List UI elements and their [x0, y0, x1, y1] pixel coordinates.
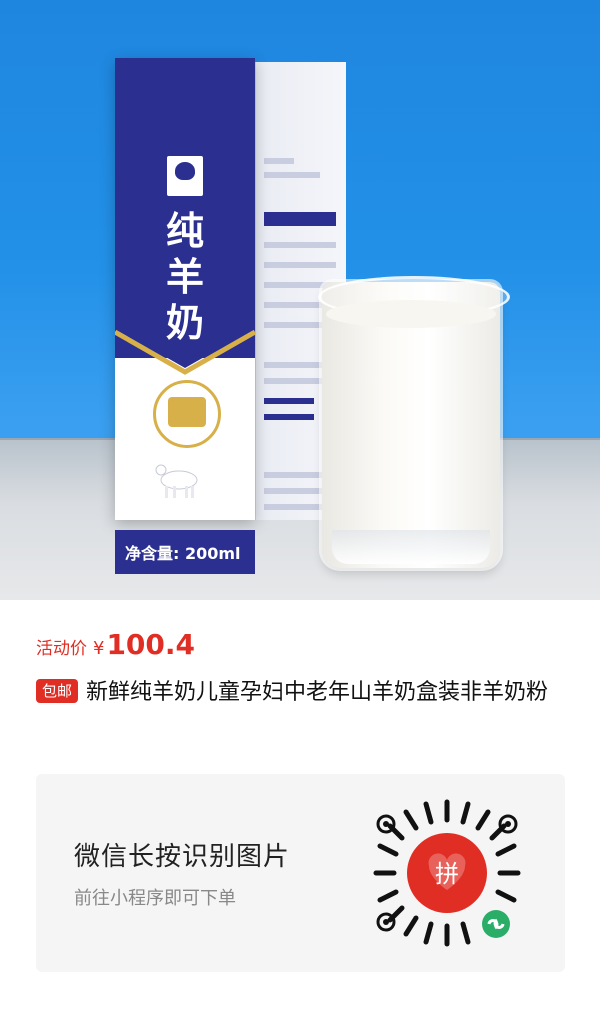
protein-badge — [153, 380, 221, 448]
price-currency: ¥ — [93, 638, 105, 659]
box-title: 纯羊奶 — [165, 209, 204, 345]
qr-card-subtitle: 前往小程序即可下单 — [74, 888, 236, 909]
mini-program-code[interactable]: 拼 — [368, 794, 526, 952]
milk-glass — [318, 276, 510, 568]
mini-program-qr-card: 微信长按识别图片 前往小程序即可下单 拼 — [36, 774, 565, 972]
qr-card-title: 微信长按识别图片 — [74, 842, 291, 872]
price-value: 100.4 — [106, 628, 196, 661]
net-content-label: 净含量: 200ml — [125, 544, 241, 563]
price-label: 活动价 — [36, 639, 87, 659]
product-image[interactable]: 纯羊奶 净含量: 200ml — [0, 0, 600, 600]
milk-box: 纯羊奶 净含量: 200ml — [115, 58, 255, 574]
goat-icon — [155, 464, 198, 498]
pinduoduo-icon: 拼 — [435, 860, 459, 888]
product-title-block: 包邮 新鲜纯羊奶儿童孕妇中老年山羊奶盒装非羊奶粉 — [36, 676, 566, 710]
product-title: 新鲜纯羊奶儿童孕妇中老年山羊奶盒装非羊奶粉 — [86, 680, 549, 705]
price-row: 活动价 ¥ 100.4 — [36, 628, 195, 668]
brand-logo — [167, 156, 203, 196]
free-shipping-badge: 包邮 — [36, 679, 79, 703]
